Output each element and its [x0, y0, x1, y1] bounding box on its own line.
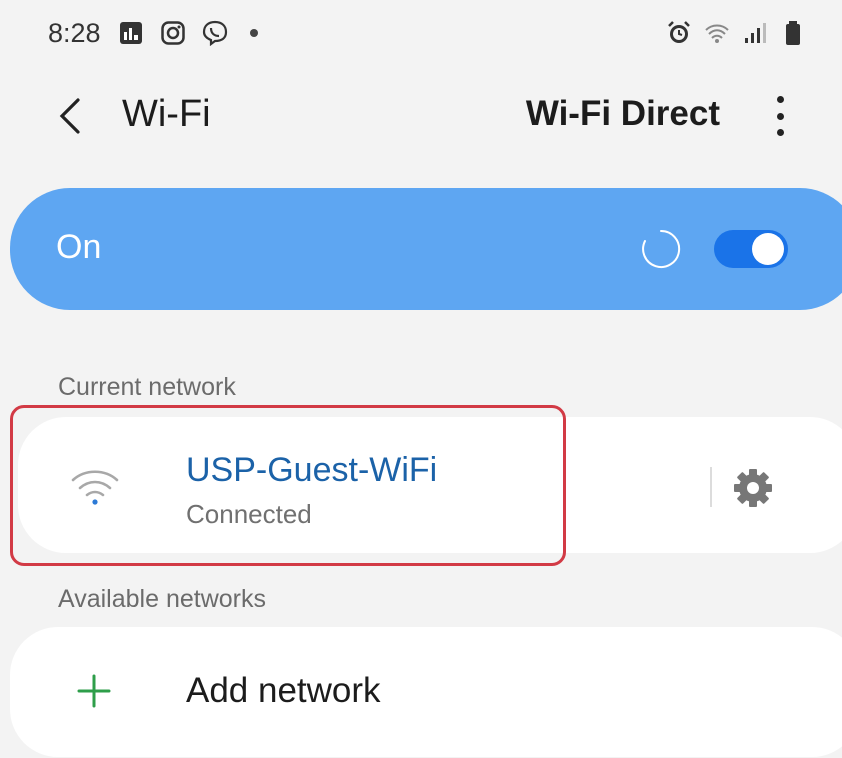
- alarm-icon: [668, 21, 690, 43]
- scanning-spinner-icon: [642, 229, 681, 268]
- viber-icon: [202, 20, 228, 46]
- instagram-icon: [161, 21, 185, 45]
- status-icons-right: [666, 20, 806, 46]
- status-icons-left: [118, 20, 258, 46]
- cell-signal-icon: [745, 23, 766, 43]
- add-network-label: Add network: [186, 671, 381, 710]
- add-network-button[interactable]: Add network: [10, 627, 842, 757]
- divider: [710, 467, 712, 507]
- wifi-direct-button[interactable]: Wi-Fi Direct: [526, 94, 720, 134]
- status-bar: 8:28: [0, 0, 842, 72]
- news-icon: [120, 22, 142, 44]
- gear-icon[interactable]: [732, 467, 774, 509]
- battery-icon: [786, 21, 800, 45]
- wifi-switch[interactable]: [714, 230, 788, 268]
- current-network-heading: Current network: [58, 373, 236, 401]
- status-time: 8:28: [48, 18, 101, 48]
- notification-dot-icon: [250, 29, 258, 37]
- highlight-box: [10, 405, 566, 566]
- wifi-signal-icon: [705, 24, 729, 43]
- toggle-state-label: On: [56, 228, 102, 266]
- switch-knob: [752, 233, 784, 265]
- available-networks-heading: Available networks: [58, 585, 266, 613]
- back-arrow-icon[interactable]: [52, 94, 88, 138]
- more-options-icon[interactable]: [770, 96, 790, 136]
- page-title: Wi-Fi: [122, 93, 211, 135]
- plus-icon: [77, 674, 111, 708]
- wifi-master-toggle[interactable]: On: [10, 188, 842, 310]
- app-header: Wi-Fi Wi-Fi Direct: [0, 80, 842, 152]
